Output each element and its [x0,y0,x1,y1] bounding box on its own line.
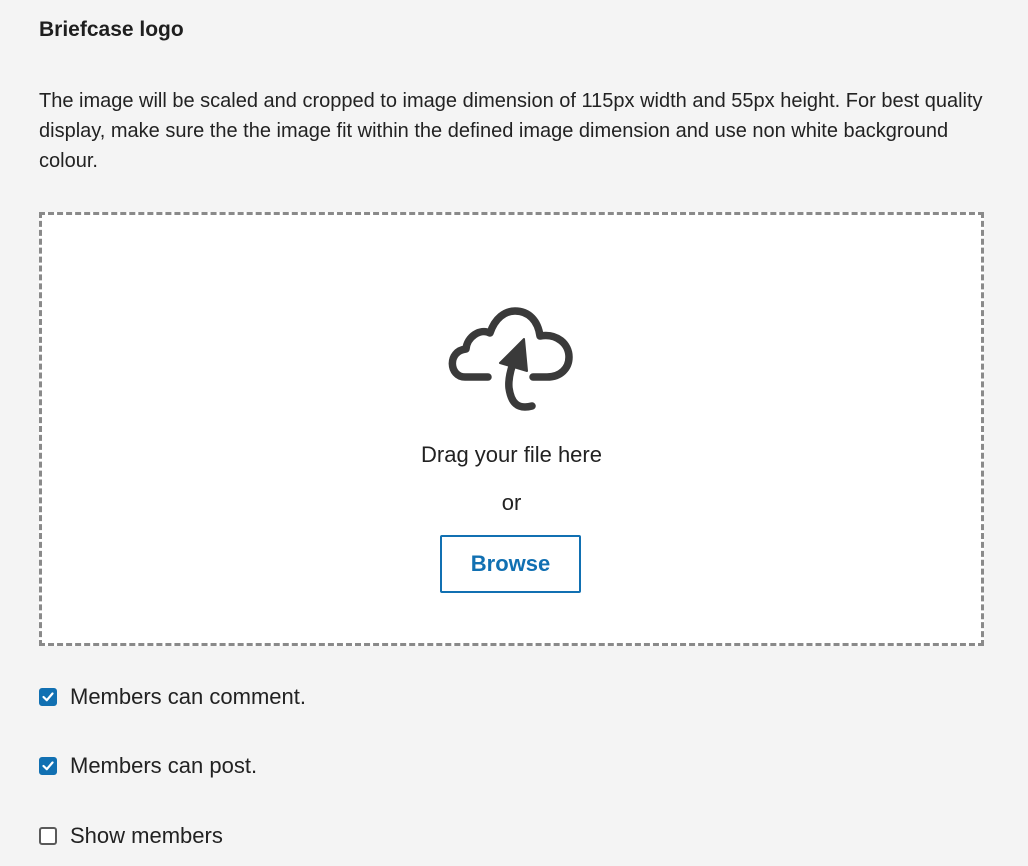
section-description: The image will be scaled and cropped to … [39,90,983,172]
logo-settings-page: Briefcase logo The image will be scaled … [0,0,1028,866]
members-can-comment-checkbox[interactable] [39,688,57,706]
show-members-checkbox[interactable] [39,827,57,845]
drag-file-text: Drag your file here [421,442,602,467]
cloud-upload-icon [445,302,581,416]
show-members-option[interactable]: Show members [39,821,223,851]
file-dropzone[interactable]: Drag your file here or Browse [39,212,984,646]
show-members-label: Show members [70,823,223,848]
members-can-post-option[interactable]: Members can post. [39,751,257,781]
or-separator-text: or [501,490,522,515]
section-title: Briefcase logo [39,18,184,41]
members-can-post-label: Members can post. [70,753,258,778]
members-can-post-checkbox[interactable] [39,757,57,775]
members-can-comment-label: Members can comment. [70,684,306,709]
members-can-comment-option[interactable]: Members can comment. [39,682,306,712]
browse-button[interactable]: Browse [440,535,581,593]
